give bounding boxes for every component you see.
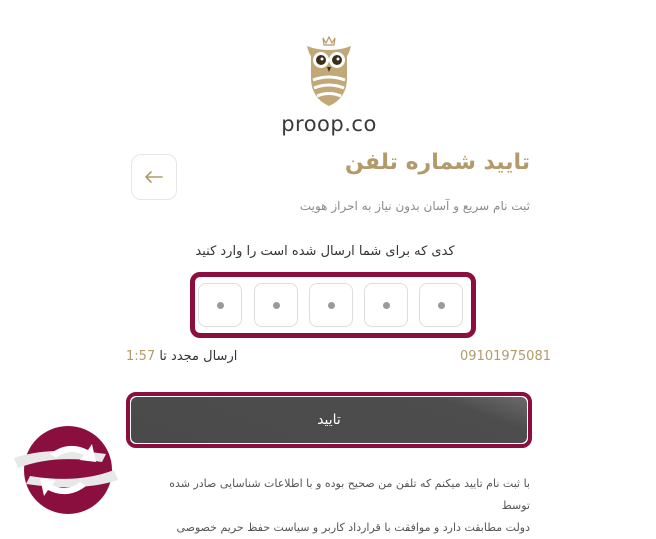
otp-placeholder-dot (328, 302, 335, 309)
otp-instruction: کدی که برای شما ارسال شده است را وارد کن… (195, 244, 455, 259)
resend-timer: 1:57 (126, 349, 156, 364)
resend-code-link[interactable]: ارسال مجدد تا 1:57 (126, 349, 237, 364)
terms-text: با ثبت نام تایید میکنم که تلفن من صحیح ب… (150, 473, 530, 539)
otp-digit-input-5[interactable] (198, 283, 242, 327)
phone-number: 09101975081 (460, 349, 551, 364)
terms-line-1: با ثبت نام تایید میکنم که تلفن من صحیح ب… (169, 477, 530, 512)
resend-label: ارسال مجدد تا (159, 349, 238, 364)
otp-placeholder-dot (438, 302, 445, 309)
brand-name: proop.co (281, 112, 377, 136)
otp-placeholder-dot (273, 302, 280, 309)
otp-digit-input-1[interactable] (419, 283, 463, 327)
terms-line-2: دولت مطابقت دارد و موافقت با قرارداد کار… (176, 521, 530, 534)
page-subtitle: ثبت نام سریع و آسان بدون نیاز به احراز ه… (299, 199, 530, 213)
otp-placeholder-dot (383, 302, 390, 309)
arrow-left-icon (145, 171, 163, 183)
back-button[interactable] (131, 154, 177, 200)
page-title: تایید شماره تلفن (345, 150, 530, 175)
owl-logo-icon (307, 36, 351, 106)
otp-digit-input-3[interactable] (309, 283, 353, 327)
sync-watermark-icon (14, 426, 118, 514)
confirm-button[interactable]: تایید (131, 397, 527, 443)
otp-digit-input-4[interactable] (254, 283, 298, 327)
otp-placeholder-dot (217, 302, 224, 309)
otp-digit-input-2[interactable] (364, 283, 408, 327)
